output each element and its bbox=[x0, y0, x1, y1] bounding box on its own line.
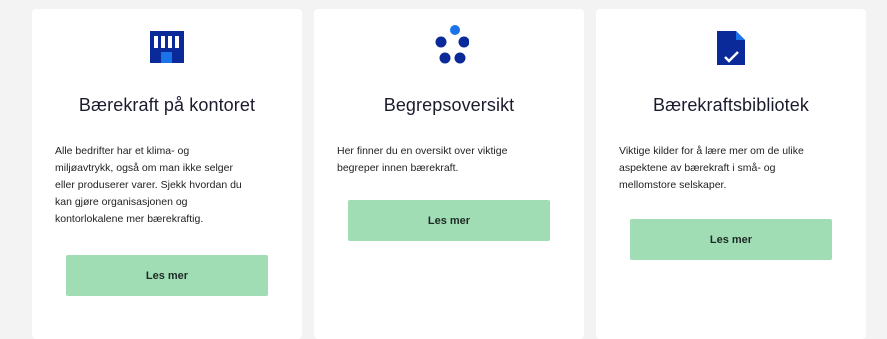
document-check-icon bbox=[596, 19, 866, 65]
card-library: Bærekraftsbibliotek Viktige kilder for å… bbox=[596, 9, 866, 339]
description-line: kan gjøre organisasjonen og bbox=[55, 196, 188, 208]
description-line: Alle bedrifter har et klima- og bbox=[55, 145, 190, 157]
dots-cluster-icon bbox=[314, 19, 584, 65]
read-more-button[interactable]: Les mer bbox=[630, 219, 832, 260]
description-line: kontorlokalene mer bærekraftig. bbox=[55, 213, 204, 225]
description-line: miljøavtrykk, også om man ikke selger bbox=[55, 162, 233, 174]
card-title: Begrepsoversikt bbox=[383, 95, 515, 115]
card-glossary: Begrepsoversikt Her finner du en oversik… bbox=[314, 9, 584, 339]
card-sustainability-office: Bærekraft på kontoret Alle bedrifter har… bbox=[32, 9, 302, 339]
description-line: aspektene av bærekraft i små- og bbox=[619, 162, 776, 174]
description-line: eller produserer varer. Sjekk hvordan du bbox=[55, 179, 242, 191]
read-more-button[interactable]: Les mer bbox=[66, 255, 268, 296]
description-line: Viktige kilder for å lære mer om de ulik… bbox=[619, 145, 804, 157]
read-more-button[interactable]: Les mer bbox=[348, 200, 550, 241]
card-title: Bærekraft på kontoret bbox=[78, 95, 256, 115]
card-title: Bærekraftsbibliotek bbox=[653, 95, 809, 115]
office-building-icon bbox=[32, 19, 302, 65]
description-line: mellomstore selskaper. bbox=[619, 179, 727, 191]
description-line: Her finner du en oversikt over viktige bbox=[337, 145, 508, 157]
description-line: begreper innen bærekraft. bbox=[337, 162, 459, 174]
card-description: Viktige kilder for å lære mer om de ulik… bbox=[619, 143, 846, 194]
card-description: Alle bedrifter har et klima- og miljøavt… bbox=[55, 143, 282, 228]
card-description: Her finner du en oversikt over viktige b… bbox=[337, 143, 564, 177]
